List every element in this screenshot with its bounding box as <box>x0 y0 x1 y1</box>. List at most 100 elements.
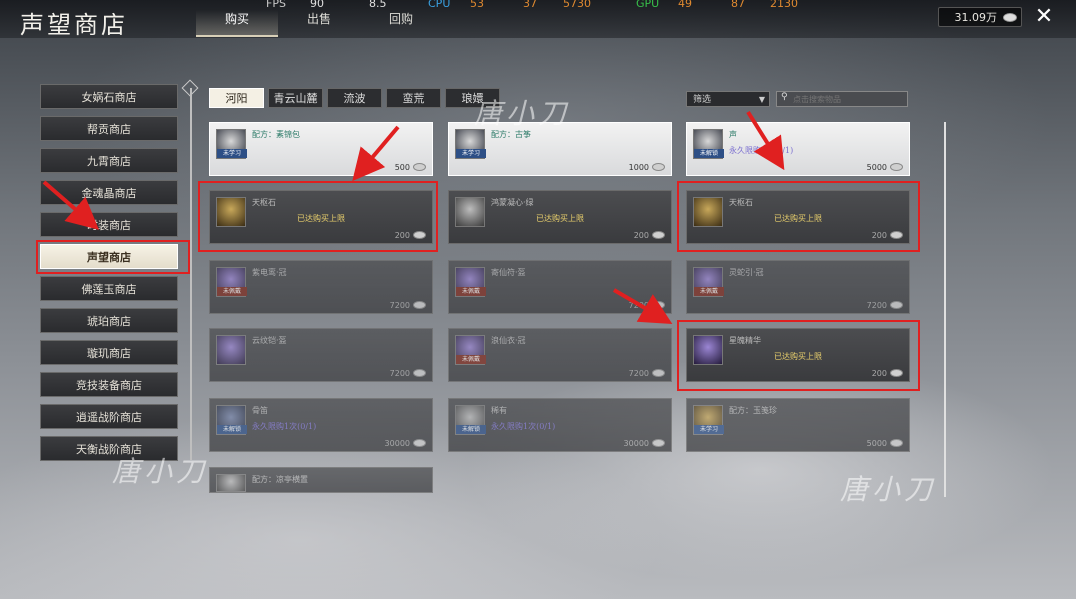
item-icon: 未学习 <box>693 405 724 435</box>
item-icon: 未佩戴 <box>216 267 247 297</box>
shop-item-card[interactable]: 未解锁 稀有 永久限购1次(0/1) 30000 <box>448 398 672 452</box>
tab-0[interactable]: 购买 <box>196 10 278 37</box>
perf-stat: 37 <box>523 0 537 10</box>
limit-reached-text: 已达购买上限 <box>536 214 584 223</box>
shop-item-card[interactable]: 未学习 配方：玉笺珍 5000 <box>686 398 910 452</box>
item-status-tag: 未学习 <box>694 425 724 434</box>
perf-stat: CPU <box>428 0 451 10</box>
perf-stat: 49 <box>678 0 692 10</box>
watermark: 唐小刀 <box>840 473 937 506</box>
item-purchase-limit: 永久限购1次(0/1) <box>491 422 556 431</box>
highlight-box <box>677 320 920 391</box>
item-grid-scrollbar[interactable] <box>944 122 946 497</box>
shop-item-card[interactable]: 未解锁 骨笛 永久限购1次(0/1) 30000 <box>209 398 433 452</box>
sidebar-item-shop[interactable]: 竞技装备商店 <box>40 372 178 397</box>
shop-item-card[interactable]: 云纹铠·盔 7200 <box>209 328 433 382</box>
sidebar-item-shop[interactable]: 琥珀商店 <box>40 308 178 333</box>
sidebar-item-shop[interactable]: 时装商店 <box>40 212 178 237</box>
sidebar-item-shop[interactable]: 佛莲玉商店 <box>40 276 178 301</box>
shop-item-card[interactable]: 未佩戴 紫电鸾·冠 7200 <box>209 260 433 314</box>
region-tab[interactable]: 流波 <box>327 88 382 108</box>
item-icon: 未解锁 <box>693 129 724 159</box>
item-name: 配方：素锦包 <box>252 130 300 139</box>
coin-icon <box>413 301 426 309</box>
item-icon: 未佩戴 <box>693 267 724 297</box>
shop-item-card[interactable]: 未解锁 声永久限购1次(0/1) 5000 <box>686 122 910 176</box>
perf-stat: 53 <box>470 0 484 10</box>
close-button[interactable]: ✕ <box>1032 6 1056 30</box>
watermark: 唐小刀 <box>474 97 571 130</box>
highlight-box <box>36 240 190 274</box>
item-status-tag: 未佩戴 <box>694 287 724 296</box>
item-name: 配方：玉笺珍 <box>729 406 777 415</box>
item-icon: 未解锁 <box>455 405 486 435</box>
coin-icon <box>652 231 665 239</box>
item-icon: 未学习 <box>455 129 486 159</box>
sidebar-item-shop[interactable]: 逍遥战阶商店 <box>40 404 178 429</box>
coin-icon <box>652 301 665 309</box>
item-icon: 未佩戴 <box>455 267 486 297</box>
tab-2[interactable]: 回购 <box>360 10 442 37</box>
item-price: 30000 <box>384 439 410 448</box>
watermark: 唐小刀 <box>112 455 209 488</box>
coin-icon <box>413 439 426 447</box>
item-name: 声 <box>729 130 737 139</box>
close-icon: ✕ <box>1034 4 1054 29</box>
highlight-box <box>677 181 920 252</box>
perf-stat: 87 <box>731 0 745 10</box>
tab-bar: 购买 出售 回购 <box>196 10 442 37</box>
region-tab[interactable]: 蛮荒 <box>386 88 441 108</box>
item-name: 浪仙衣·冠 <box>491 336 526 345</box>
item-status-tag: 未佩戴 <box>217 287 247 296</box>
coin-icon <box>652 163 665 171</box>
perf-stat: FPS <box>266 0 286 10</box>
item-icon <box>216 335 246 365</box>
search-box[interactable]: ⚲ <box>776 91 908 107</box>
filter-dropdown[interactable]: 筛选 ▼ <box>686 91 770 107</box>
sidebar-item-shop[interactable]: 女娲石商店 <box>40 84 178 109</box>
item-price: 5000 <box>866 439 887 448</box>
shop-item-card[interactable]: 未佩戴 灵蛇引·冠 7200 <box>686 260 910 314</box>
item-name: 配方：凉亭横置 <box>252 475 308 484</box>
item-purchase-limit: 永久限购1次(0/1) <box>729 146 794 155</box>
item-price: 7200 <box>628 369 649 378</box>
item-price: 30000 <box>623 439 649 448</box>
sidebar-item-shop[interactable]: 璇玑商店 <box>40 340 178 365</box>
shop-item-card[interactable]: 鸿蒙凝心·绿 已达购买上限 200 <box>448 190 672 244</box>
item-price: 1000 <box>628 163 649 172</box>
item-status-tag: 未学习 <box>456 149 486 158</box>
coin-icon <box>413 163 426 171</box>
shop-item-card[interactable]: 未学习 配方：素锦包 500 <box>209 122 433 176</box>
item-status-tag: 未佩戴 <box>456 355 486 364</box>
perf-stat: 8.5 <box>369 0 387 10</box>
shop-item-card[interactable]: 未佩戴 寄仙符·盔 7200 <box>448 260 672 314</box>
page-title: 声望商店 <box>20 11 128 39</box>
shop-item-card[interactable]: 未佩戴 浪仙衣·冠 7200 <box>448 328 672 382</box>
search-input[interactable] <box>793 93 901 105</box>
currency-display: 31.09万 <box>938 7 1022 27</box>
tab-1[interactable]: 出售 <box>278 10 360 37</box>
item-status-tag: 未学习 <box>217 149 247 158</box>
region-tab[interactable]: 青云山麓 <box>268 88 323 108</box>
item-price: 5000 <box>866 163 887 172</box>
item-name: 灵蛇引·冠 <box>729 268 764 277</box>
sidebar-item-shop[interactable]: 帮贡商店 <box>40 116 178 141</box>
sidebar-item-shop[interactable]: 金魂晶商店 <box>40 180 178 205</box>
perf-stat: 2130 <box>770 0 798 10</box>
item-price: 7200 <box>389 369 410 378</box>
region-tab[interactable]: 河阳 <box>209 88 264 108</box>
region-tabs: 河阳 青云山麓 流波 蛮荒 琅嬛 <box>209 88 500 108</box>
highlight-box <box>198 181 438 252</box>
filter-label: 筛选 <box>693 95 712 105</box>
sidebar-scrollbar[interactable] <box>190 88 192 460</box>
top-bar: 声望商店 FPS 90 8.5 CPU 53 37 5730 GPU 49 87 2130 购买 出售… <box>0 0 1076 39</box>
item-name: 云纹铠·盔 <box>252 336 287 345</box>
shop-item-card[interactable]: 配方：凉亭横置 <box>209 467 433 493</box>
item-purchase-limit: 永久限购1次(0/1) <box>252 422 317 431</box>
item-price: 200 <box>633 231 649 240</box>
item-status-tag: 未佩戴 <box>456 287 486 296</box>
item-price: 7200 <box>866 301 887 310</box>
currency-amount: 31.09万 <box>954 11 998 24</box>
coin-icon <box>652 439 665 447</box>
sidebar-item-shop[interactable]: 九霄商店 <box>40 148 178 173</box>
